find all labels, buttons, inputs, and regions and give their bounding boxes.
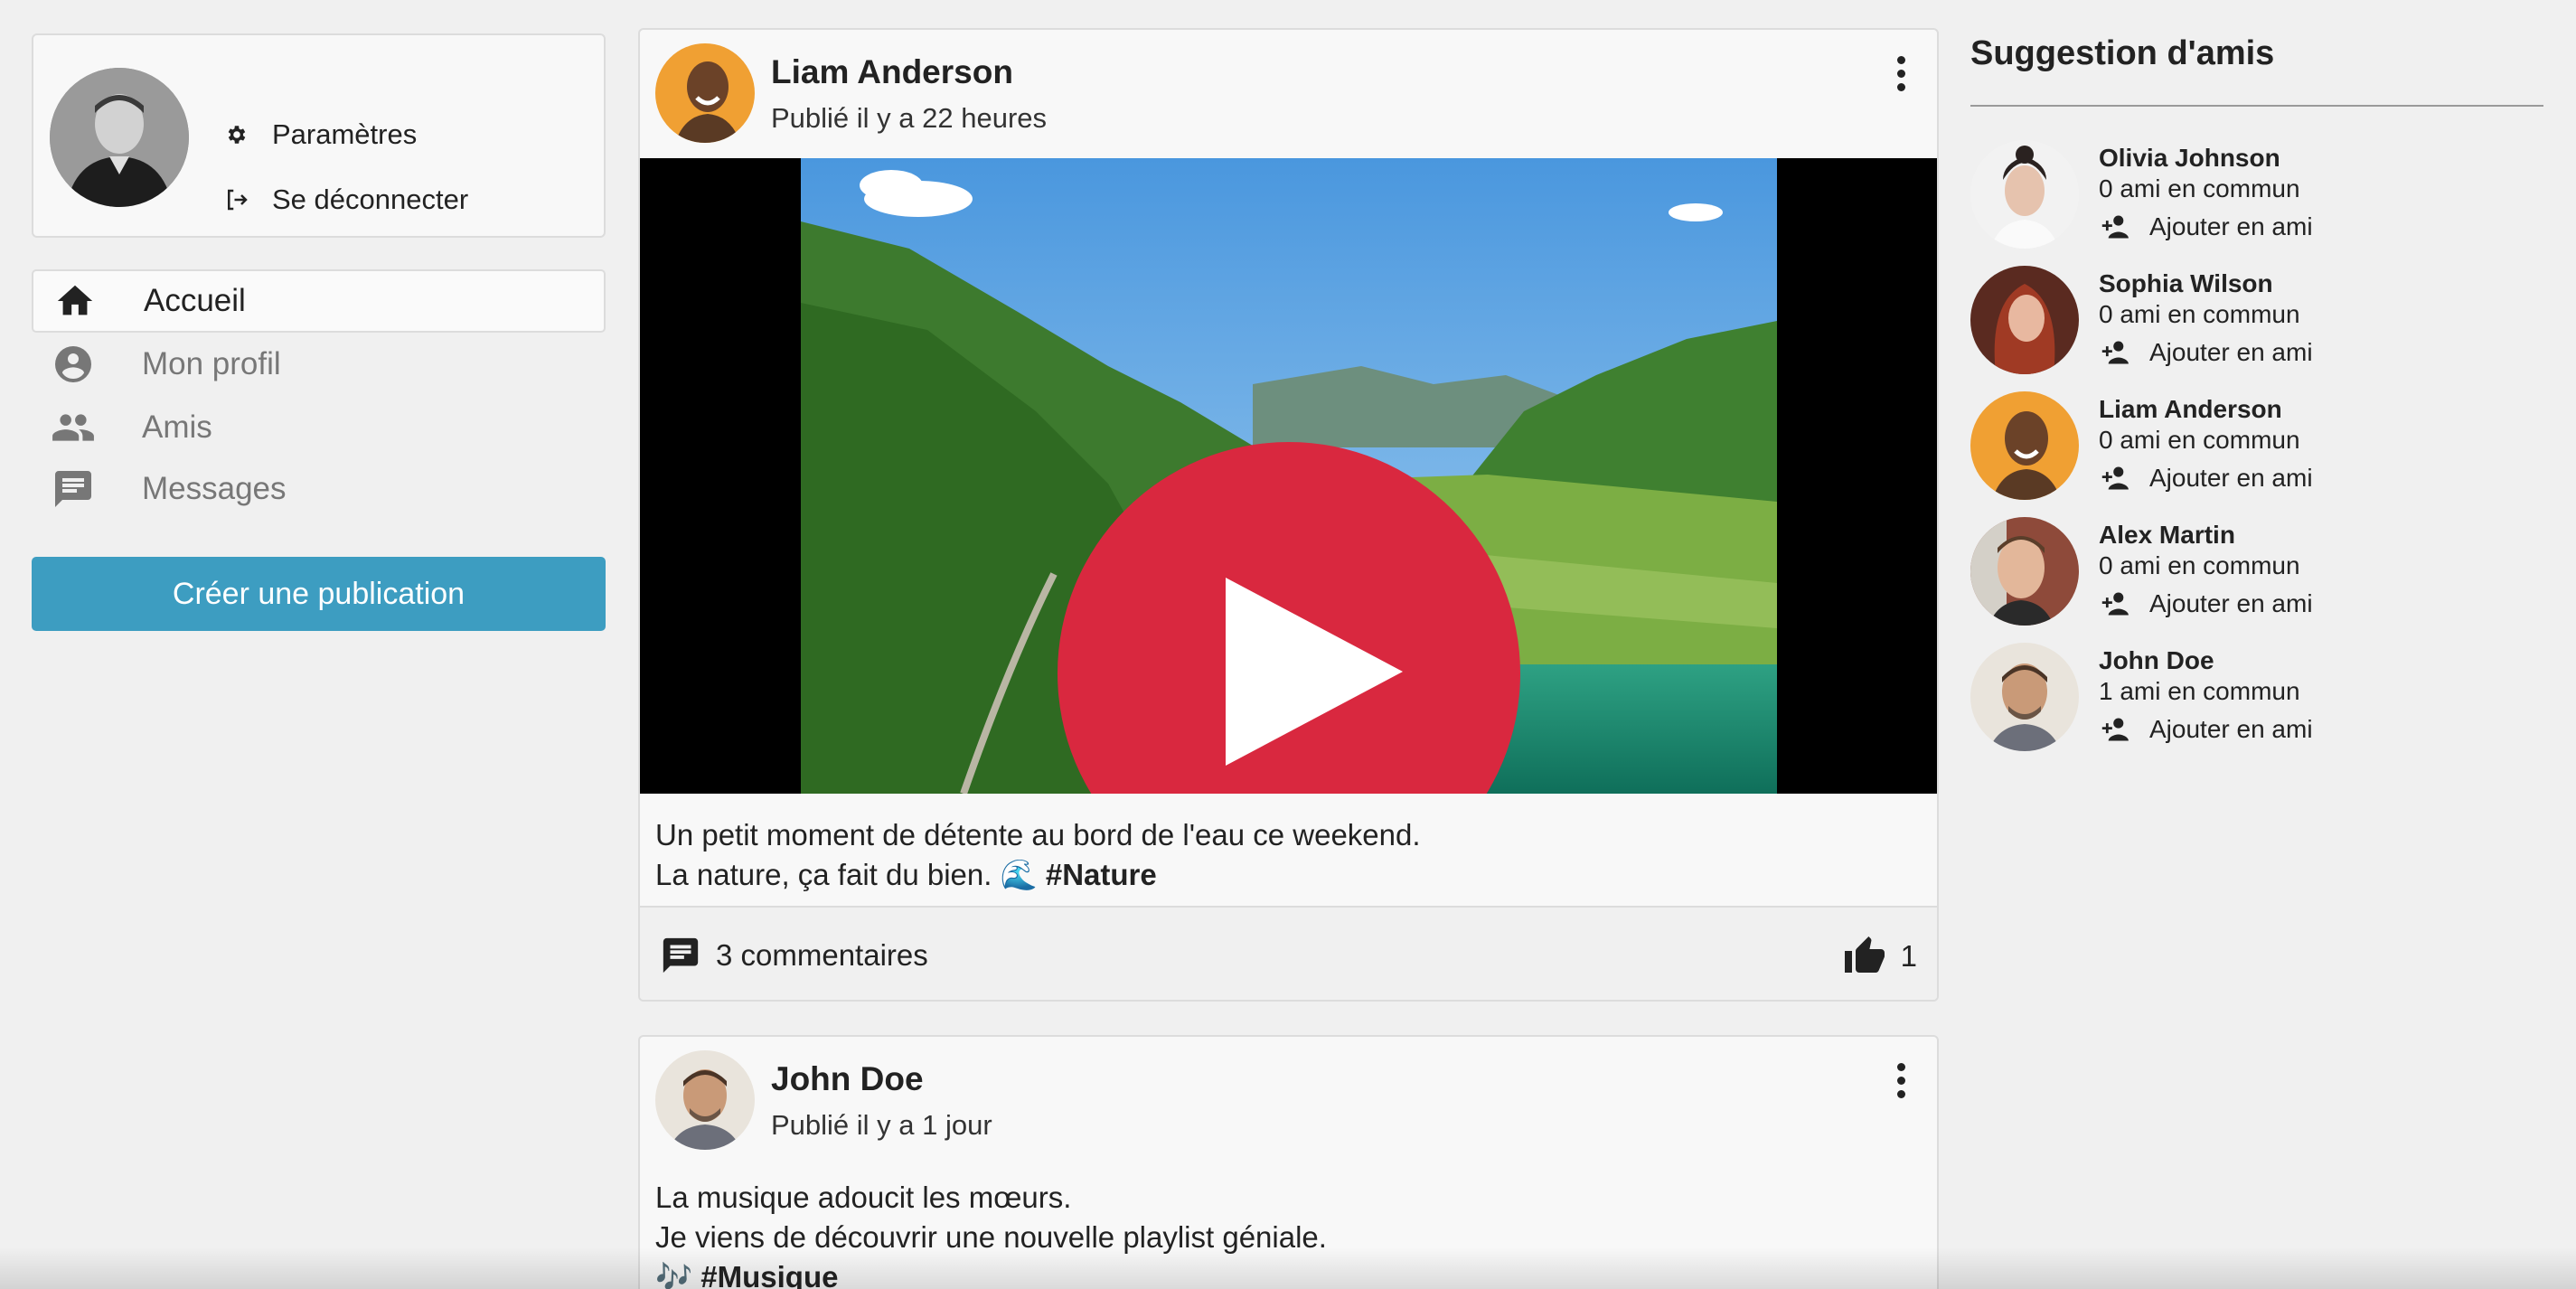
logout-label: Se déconnecter xyxy=(272,183,469,215)
social-feed-page: Paramètres Se déconnecter Accueil Mon pr… xyxy=(0,0,2576,1289)
add-friend-button[interactable]: Ajouter en ami xyxy=(2099,212,2313,241)
add-friend-label: Ajouter en ami xyxy=(2149,464,2313,492)
add-friend-button[interactable]: Ajouter en ami xyxy=(2099,338,2313,367)
mutual-friends: 0 ami en commun xyxy=(2099,300,2300,328)
post-text-line: Je viens de découvrir une nouvelle playl… xyxy=(655,1220,1327,1254)
suggestion-avatar[interactable] xyxy=(1970,517,2079,626)
post-timestamp: Publié il y a 1 jour xyxy=(771,1109,992,1141)
post-timestamp: Publié il y a 22 heures xyxy=(771,102,1048,134)
comments-button[interactable]: 3 commentaires xyxy=(658,933,928,978)
likes-count: 1 xyxy=(1900,939,1917,973)
person-add-icon xyxy=(2099,590,2133,617)
post-card: John Doe Publié il y a 1 jour La musique… xyxy=(638,1035,1939,1289)
post-more-menu-icon[interactable] xyxy=(1883,1053,1919,1107)
suggestion-name[interactable]: Alex Martin xyxy=(2099,521,2235,550)
post-text-line: La nature, ça fait du bien. 🌊 #Nature xyxy=(655,858,1157,891)
settings-label: Paramètres xyxy=(272,118,418,150)
suggestions-title: Suggestion d'amis xyxy=(1970,34,2275,72)
post-text-line: Un petit moment de détente au bord de l'… xyxy=(655,818,1421,851)
nav-item-messages[interactable]: Messages xyxy=(32,457,606,521)
suggestion-name[interactable]: Sophia Wilson xyxy=(2099,269,2273,298)
add-friend-button[interactable]: Ajouter en ami xyxy=(2099,589,2313,618)
nav-item-mon-profil[interactable]: Mon profil xyxy=(32,333,606,396)
add-friend-button[interactable]: Ajouter en ami xyxy=(2099,715,2313,744)
nav-item-accueil[interactable]: Accueil xyxy=(32,269,606,333)
person-add-icon xyxy=(2099,213,2133,240)
mutual-friends: 1 ami en commun xyxy=(2099,677,2300,705)
post-author-name[interactable]: Liam Anderson xyxy=(771,53,1013,91)
divider xyxy=(1970,105,2543,107)
post-body: Un petit moment de détente au bord de l'… xyxy=(655,815,1421,895)
suggestion-name[interactable]: John Doe xyxy=(2099,646,2214,675)
person-add-icon xyxy=(2099,465,2133,492)
suggestion-name[interactable]: Olivia Johnson xyxy=(2099,144,2280,173)
nav-label: Messages xyxy=(142,471,287,506)
post-author-avatar[interactable] xyxy=(655,1050,755,1150)
post-more-menu-icon[interactable] xyxy=(1883,46,1919,100)
nav-label: Mon profil xyxy=(142,346,281,381)
message-icon xyxy=(50,466,97,513)
play-icon xyxy=(1226,578,1403,766)
suggestion-item: Alex Martin 0 ami en commun Ajouter en a… xyxy=(1970,517,2549,635)
add-friend-label: Ajouter en ami xyxy=(2149,338,2313,366)
suggestion-item: Olivia Johnson 0 ami en commun Ajouter e… xyxy=(1970,140,2549,258)
logout-link[interactable]: Se déconnecter xyxy=(221,183,468,216)
post-text-line: 🎶 #Musique xyxy=(655,1257,1327,1289)
person-add-icon xyxy=(2099,339,2133,366)
logout-icon xyxy=(221,184,252,215)
like-button[interactable]: 1 xyxy=(1841,933,1917,980)
suggestion-item: Liam Anderson 0 ami en commun Ajouter en… xyxy=(1970,391,2549,509)
nav-label: Accueil xyxy=(144,283,246,318)
post-footer: 3 commentaires 1 xyxy=(640,906,1937,1000)
home-icon xyxy=(52,278,99,325)
create-post-button[interactable]: Créer une publication xyxy=(32,557,606,631)
suggestion-avatar[interactable] xyxy=(1970,643,2079,751)
mutual-friends: 0 ami en commun xyxy=(2099,174,2300,202)
account-circle-icon xyxy=(50,341,97,388)
hashtag-link[interactable]: #Nature xyxy=(1046,858,1157,891)
people-icon xyxy=(50,404,97,451)
suggestion-avatar[interactable] xyxy=(1970,140,2079,249)
post-body: La musique adoucit les mœurs. Je viens d… xyxy=(655,1178,1327,1289)
user-avatar[interactable] xyxy=(50,68,189,207)
mutual-friends: 0 ami en commun xyxy=(2099,551,2300,579)
add-friend-label: Ajouter en ami xyxy=(2149,212,2313,240)
post-video[interactable] xyxy=(640,158,1937,794)
gear-icon xyxy=(221,119,252,150)
mutual-friends: 0 ami en commun xyxy=(2099,426,2300,454)
person-add-icon xyxy=(2099,716,2133,743)
add-friend-label: Ajouter en ami xyxy=(2149,715,2313,743)
add-friend-button[interactable]: Ajouter en ami xyxy=(2099,464,2313,493)
hashtag-link[interactable]: #Musique xyxy=(700,1260,838,1289)
post-author-avatar[interactable] xyxy=(655,43,755,143)
nav-item-amis[interactable]: Amis xyxy=(32,396,606,459)
settings-link[interactable]: Paramètres xyxy=(221,118,417,151)
post-card: Liam Anderson Publié il y a 22 heures Un… xyxy=(638,28,1939,1002)
suggestion-name[interactable]: Liam Anderson xyxy=(2099,395,2282,424)
post-text-line: La musique adoucit les mœurs. xyxy=(655,1181,1072,1214)
add-friend-label: Ajouter en ami xyxy=(2149,589,2313,617)
comment-icon xyxy=(658,933,703,978)
suggestion-item: John Doe 1 ami en commun Ajouter en ami xyxy=(1970,643,2549,760)
suggestion-avatar[interactable] xyxy=(1970,391,2079,500)
post-author-name[interactable]: John Doe xyxy=(771,1060,924,1098)
comments-count: 3 commentaires xyxy=(716,938,928,972)
thumb-up-icon xyxy=(1841,933,1888,980)
nav-label: Amis xyxy=(142,409,212,445)
suggestion-avatar[interactable] xyxy=(1970,266,2079,374)
suggestion-item: Sophia Wilson 0 ami en commun Ajouter en… xyxy=(1970,266,2549,383)
profile-card: Paramètres Se déconnecter xyxy=(32,33,606,238)
